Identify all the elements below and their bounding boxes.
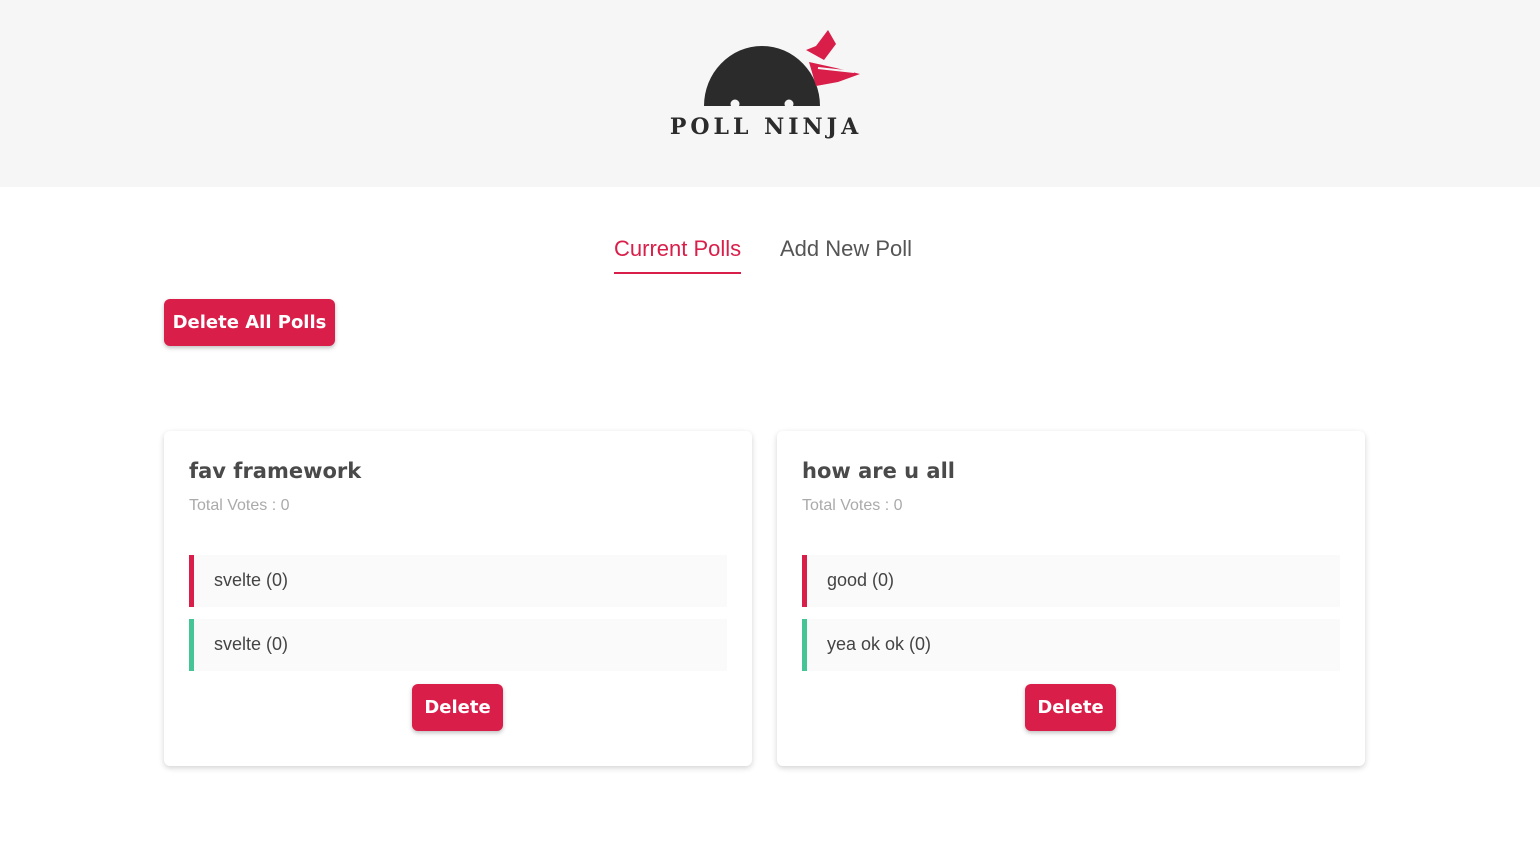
poll-answer-label: good (0) xyxy=(827,570,895,590)
poll-card: how are u all Total Votes : 0 good (0) y… xyxy=(777,431,1365,766)
poll-answer-label: svelte (0) xyxy=(214,634,289,654)
poll-answer-label: svelte (0) xyxy=(214,570,289,590)
logo[interactable]: POLL NINJA xyxy=(666,26,876,146)
poll-answer[interactable]: svelte (0) xyxy=(189,555,727,607)
delete-poll-button[interactable]: Delete xyxy=(412,684,503,731)
poll-answer-label: yea ok ok (0) xyxy=(827,634,932,654)
poll-answer[interactable]: good (0) xyxy=(802,555,1340,607)
poll-answer[interactable]: yea ok ok (0) xyxy=(802,619,1340,671)
poll-question: how are u all xyxy=(802,459,955,483)
poll-answer[interactable]: svelte (0) xyxy=(189,619,727,671)
poll-card: fav framework Total Votes : 0 svelte (0)… xyxy=(164,431,752,766)
logo-text: POLL NINJA xyxy=(669,114,863,140)
site-header: POLL NINJA xyxy=(0,0,1540,187)
poll-total-votes: Total Votes : 0 xyxy=(802,497,903,514)
delete-all-polls-button[interactable]: Delete All Polls xyxy=(164,299,335,346)
delete-poll-button[interactable]: Delete xyxy=(1025,684,1116,731)
poll-question: fav framework xyxy=(189,459,362,483)
tab-current-polls[interactable]: Current Polls xyxy=(614,236,742,274)
tab-add-new-poll[interactable]: Add New Poll xyxy=(780,236,912,272)
tab-bar: Current Polls Add New Poll xyxy=(0,236,1540,280)
poll-total-votes: Total Votes : 0 xyxy=(189,497,290,514)
ninja-logo-icon xyxy=(704,30,860,109)
